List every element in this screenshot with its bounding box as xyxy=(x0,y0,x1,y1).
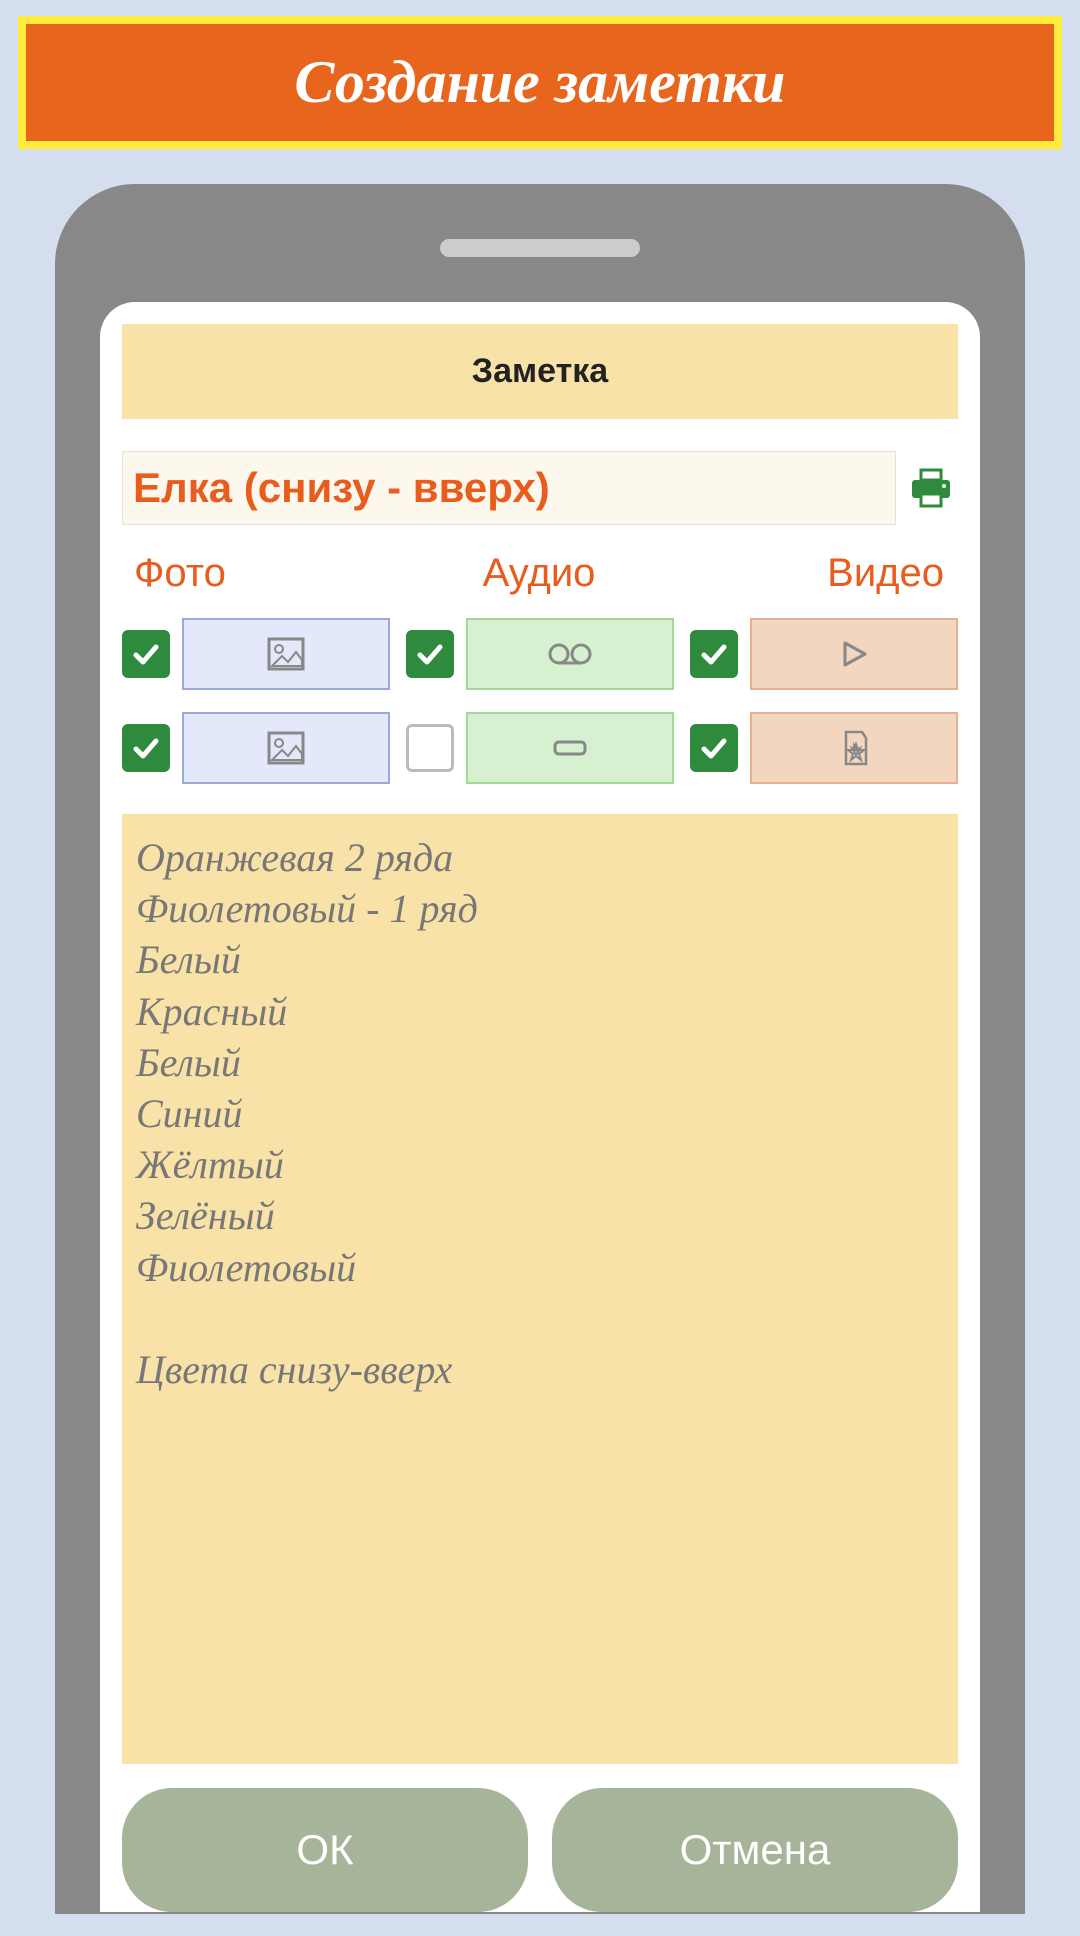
star-file-icon xyxy=(834,728,874,768)
phone-mockup: Заметка Елка (снизу - вверх) Фото Аудио … xyxy=(55,184,1025,1914)
video-label: Видео xyxy=(674,551,958,596)
promo-banner: Создание заметки xyxy=(18,16,1062,149)
ok-button[interactable]: ОК xyxy=(122,1788,528,1912)
check-icon xyxy=(698,732,730,764)
photo-2-checkbox[interactable] xyxy=(122,724,170,772)
app-screen: Заметка Елка (снизу - вверх) Фото Аудио … xyxy=(100,302,980,1912)
photo-label: Фото xyxy=(122,551,404,596)
media-row-2 xyxy=(122,712,958,784)
media-row-1 xyxy=(122,618,958,690)
print-button[interactable] xyxy=(904,463,958,513)
note-title-input[interactable]: Елка (снизу - вверх) xyxy=(122,451,896,525)
audio-label: Аудио xyxy=(404,551,674,596)
photo-2-button[interactable] xyxy=(182,712,390,784)
screen-title: Заметка xyxy=(122,324,958,419)
check-icon xyxy=(130,732,162,764)
phone-notch xyxy=(440,239,640,257)
printer-icon xyxy=(908,466,954,510)
photo-1-checkbox[interactable] xyxy=(122,630,170,678)
audio-1-button[interactable] xyxy=(466,618,674,690)
image-icon xyxy=(266,730,306,766)
voicemail-icon xyxy=(545,639,595,669)
rect-icon xyxy=(550,737,590,759)
video-1-button[interactable] xyxy=(750,618,958,690)
audio-1-checkbox[interactable] xyxy=(406,630,454,678)
action-buttons: ОК Отмена xyxy=(122,1788,958,1912)
photo-1-button[interactable] xyxy=(182,618,390,690)
video-1-checkbox[interactable] xyxy=(690,630,738,678)
audio-2-button[interactable] xyxy=(466,712,674,784)
image-icon xyxy=(266,636,306,672)
media-labels: Фото Аудио Видео xyxy=(122,551,958,596)
banner-title: Создание заметки xyxy=(26,24,1054,141)
check-icon xyxy=(414,638,446,670)
video-2-button[interactable] xyxy=(750,712,958,784)
audio-2-checkbox[interactable] xyxy=(406,724,454,772)
check-icon xyxy=(698,638,730,670)
play-icon xyxy=(837,637,871,671)
title-row: Елка (снизу - вверх) xyxy=(122,451,958,525)
check-icon xyxy=(130,638,162,670)
cancel-button[interactable]: Отмена xyxy=(552,1788,958,1912)
video-2-checkbox[interactable] xyxy=(690,724,738,772)
note-body[interactable]: Оранжевая 2 ряда Фиолетовый - 1 ряд Белы… xyxy=(122,814,958,1764)
